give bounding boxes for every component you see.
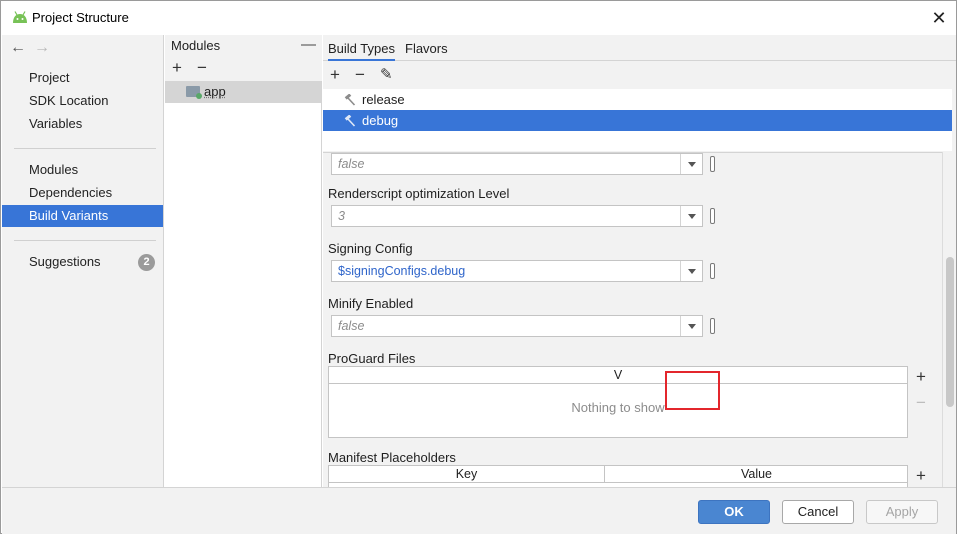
nav-item-dependencies[interactable]: Dependencies — [2, 182, 163, 204]
modules-title: Modules — [171, 38, 221, 53]
add-module-icon[interactable]: + — [172, 59, 182, 77]
modules-header: Modules — — [165, 35, 322, 57]
variable-toggle[interactable] — [710, 208, 715, 224]
history-arrows: ← → — [10, 39, 58, 57]
combo-value: false — [338, 319, 365, 333]
renderscript-label: Renderscript optimization Level — [328, 186, 510, 201]
module-label: app — [204, 84, 226, 99]
module-item-app[interactable]: app — [165, 81, 321, 103]
column-header-key[interactable]: Key — [329, 466, 605, 482]
modules-panel: Modules — + − app — [165, 35, 322, 487]
nav-divider — [14, 240, 156, 241]
variable-toggle[interactable] — [710, 318, 715, 334]
manifest-placeholders-table: Key Value — [328, 465, 908, 487]
build-type-label: release — [362, 92, 405, 107]
combo-value: false — [338, 157, 365, 171]
nav-divider — [14, 148, 156, 149]
android-icon — [13, 11, 27, 23]
build-types-list: release debug — [323, 89, 952, 151]
build-variants-panel: Build Types Flavors + − ✎ release debug — [323, 35, 956, 487]
proguard-label: ProGuard Files — [328, 351, 416, 366]
dialog-button-bar: OK Cancel Apply — [2, 487, 956, 534]
module-folder-icon — [186, 86, 202, 99]
hammer-icon — [344, 115, 356, 127]
build-type-release[interactable]: release — [323, 89, 952, 110]
build-types-toolbar: + − ✎ — [323, 64, 956, 88]
nav-item-sdk-location[interactable]: SDK Location — [2, 90, 163, 112]
build-variants-tabs: Build Types Flavors — [323, 35, 956, 61]
variable-toggle[interactable] — [710, 156, 715, 172]
partial-field-combo[interactable]: false — [331, 153, 703, 175]
title-bar: Project Structure ✕ — [1, 1, 956, 35]
chevron-down-icon[interactable] — [680, 316, 702, 336]
tab-flavors[interactable]: Flavors — [405, 41, 448, 56]
tab-build-types[interactable]: Build Types — [328, 41, 395, 61]
remove-module-icon[interactable]: − — [197, 59, 207, 77]
back-arrow-icon[interactable]: ← — [10, 39, 34, 57]
chevron-down-icon[interactable] — [680, 154, 702, 174]
project-structure-dialog: Project Structure ✕ ← → Project SDK Locat… — [0, 0, 957, 534]
collapse-panel-icon[interactable]: — — [301, 36, 316, 53]
signing-config-label: Signing Config — [328, 241, 413, 256]
combo-value: $signingConfigs.debug — [338, 264, 466, 278]
manifest-placeholders-label: Manifest Placeholders — [328, 450, 456, 465]
cancel-button[interactable]: Cancel — [782, 500, 854, 524]
nav-item-variables[interactable]: Variables — [2, 113, 163, 135]
build-type-label: debug — [362, 113, 399, 128]
apply-button: Apply — [866, 500, 938, 524]
combo-value: 3 — [338, 209, 345, 223]
left-navigation: ← → Project SDK Location Variables Module… — [2, 35, 164, 487]
scrollbar-thumb[interactable] — [946, 257, 954, 407]
modules-toolbar: + − — [165, 57, 322, 81]
minify-label: Minify Enabled — [328, 296, 414, 311]
chevron-down-icon[interactable] — [680, 261, 702, 281]
minify-combo[interactable]: false — [331, 315, 703, 337]
renderscript-combo[interactable]: 3 — [331, 205, 703, 227]
signing-config-combo[interactable]: $signingConfigs.debug — [331, 260, 703, 282]
table-header: V — [329, 367, 907, 384]
proguard-table: V Nothing to show — [328, 366, 908, 438]
column-header[interactable]: V — [329, 367, 907, 383]
empty-state: Nothing to show — [571, 400, 665, 415]
forward-arrow-icon[interactable]: → — [34, 39, 58, 57]
edit-build-type-icon[interactable]: ✎ — [380, 66, 393, 84]
hammer-icon — [344, 94, 356, 106]
nav-item-suggestions-label: Suggestions — [29, 254, 101, 269]
column-header-value[interactable]: Value — [606, 466, 907, 482]
add-placeholder-icon[interactable]: + — [910, 466, 932, 487]
remove-build-type-icon[interactable]: − — [355, 66, 365, 84]
remove-proguard-file-icon: − — [910, 393, 932, 415]
ok-button[interactable]: OK — [698, 500, 770, 524]
close-icon[interactable]: ✕ — [928, 7, 950, 29]
build-type-properties: false Renderscript optimization Level 3 … — [323, 152, 942, 487]
chevron-down-icon[interactable] — [680, 206, 702, 226]
table-header: Key Value — [329, 466, 907, 483]
add-build-type-icon[interactable]: + — [330, 66, 340, 84]
variable-toggle[interactable] — [710, 263, 715, 279]
nav-item-build-variants[interactable]: Build Variants — [2, 205, 163, 227]
vertical-scrollbar[interactable] — [942, 152, 956, 487]
nav-item-suggestions[interactable]: Suggestions 2 — [2, 251, 163, 273]
window-title: Project Structure — [32, 10, 129, 25]
add-proguard-file-icon[interactable]: + — [910, 367, 932, 389]
nav-item-modules[interactable]: Modules — [2, 159, 163, 181]
suggestions-count-badge: 2 — [138, 254, 155, 271]
nav-item-project[interactable]: Project — [2, 67, 163, 89]
build-type-debug[interactable]: debug — [323, 110, 952, 131]
